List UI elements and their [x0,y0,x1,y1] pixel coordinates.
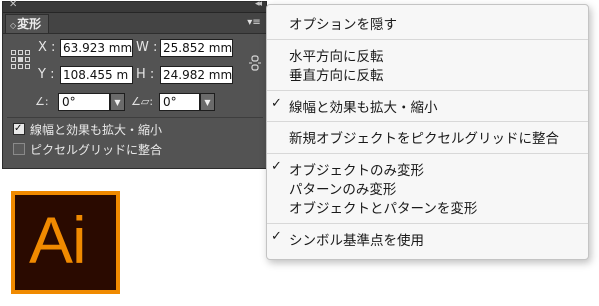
h-label: H : [136,67,155,82]
tab-transform[interactable]: ◇変形 [5,14,49,33]
rotate-icon: ∠: [35,95,49,108]
menu-item-flip-vertical[interactable]: 垂直方向に反転 [289,64,384,84]
menu-item-transform-both[interactable]: オブジェクトとパターンを変形 [289,197,477,217]
y-field[interactable]: 108.455 m [60,66,133,84]
panel-flyout-menu: オプションを隠す 水平方向に反転 垂直方向に反転 ✓ 線幅と効果も拡大・縮小 新… [266,4,589,260]
reference-point-icon[interactable] [11,50,31,70]
panel-divider [7,117,263,118]
tab-arrows-icon: ◇ [10,21,17,30]
shear-dropdown-button[interactable]: ▼ [200,93,215,111]
close-icon[interactable]: ✕ [9,0,17,10]
menu-item-hide-options[interactable]: オプションを隠す [289,13,397,33]
menu-separator [267,39,588,40]
menu-item-use-symbol-registration[interactable]: シンボル基準点を使用 [289,229,424,249]
rotate-dropdown-button[interactable]: ▼ [110,93,125,111]
menu-separator [267,90,588,91]
illustrator-logo: Ai [11,191,120,294]
transform-panel: ✕ ◂◂ ◇変形 ▾≡ X : 63.923 mm W : 25.852 mm … [2,0,267,169]
panel-tab-row: ◇変形 ▾≡ [3,13,266,34]
x-field[interactable]: 63.923 mm [60,39,133,57]
w-field[interactable]: 25.852 mm [160,39,233,57]
logo-text: Ai [29,203,87,277]
panel-titlebar[interactable]: ✕ ◂◂ [3,0,266,13]
menu-item-transform-pattern-only[interactable]: パターンのみ変形 [289,178,396,198]
checkbox-scale-strokes[interactable]: 線幅と効果も拡大・縮小 [13,121,163,139]
menu-item-align-pixel-grid[interactable]: 新規オブジェクトをピクセルグリッドに整合 [289,127,559,147]
shear-field[interactable]: 0° [159,93,200,111]
rotate-field[interactable]: 0° [58,93,110,111]
checkbox-pixel-label: ピクセルグリッドに整合 [30,143,163,157]
h-field[interactable]: 24.982 mm [160,66,233,84]
w-label: W : [136,40,158,55]
menu-separator [267,223,588,224]
constrain-proportions-icon[interactable] [249,55,261,71]
checkbox-scale-label: 線幅と効果も拡大・縮小 [30,123,163,137]
menu-separator [267,121,588,122]
collapse-icon[interactable]: ◂◂ [255,0,262,9]
menu-separator [267,153,588,154]
menu-check-icon: ✓ [271,159,282,174]
checkbox-pixel-grid[interactable]: ピクセルグリッドに整合 [13,143,162,159]
tab-label: 変形 [17,17,42,31]
menu-check-icon: ✓ [271,96,282,111]
menu-item-flip-horizontal[interactable]: 水平方向に反転 [289,45,384,65]
panel-menu-button[interactable]: ▾≡ [246,16,262,29]
x-label: X : [38,40,56,55]
shear-icon: ∠▱: [131,95,154,108]
menu-item-scale-strokes[interactable]: 線幅と効果も拡大・縮小 [289,96,438,116]
y-label: Y : [38,67,55,82]
menu-check-icon: ✓ [271,229,282,244]
checkbox-checked-icon[interactable] [13,121,25,136]
checkbox-unchecked-icon[interactable] [13,143,25,155]
panel-menu-icon: ▾≡ [247,17,261,28]
menu-item-transform-object-only[interactable]: オブジェクトのみ変形 [289,159,424,179]
